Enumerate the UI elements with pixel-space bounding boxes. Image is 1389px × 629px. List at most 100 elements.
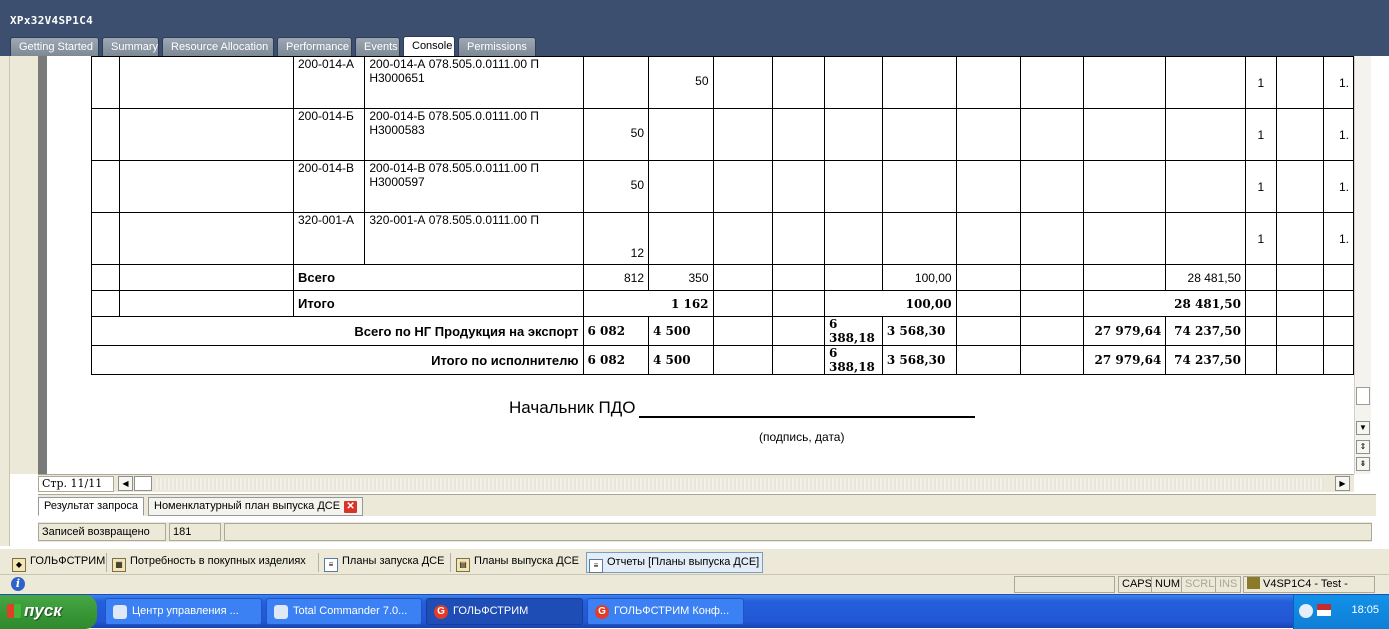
table-cell: 200-014-Б 078.505.0.0111.00 П Н3000583 [364,108,584,161]
language-flag-icon[interactable] [1317,604,1331,616]
table-cell [712,290,773,317]
scrl-indicator: SCRL [1181,576,1219,593]
document-icon: ≡ [324,558,338,572]
table-cell [1275,264,1325,291]
table-cell [712,212,773,265]
table-cell [823,212,883,265]
module-output-plans[interactable]: ▤ Планы выпуска ДСЕ [454,552,582,573]
table-cell [648,160,714,213]
tab-summary[interactable]: Summary [102,37,159,56]
table-cell [1165,212,1246,265]
table-cell [1244,316,1277,346]
signature-hint: (подпись, дата) [759,430,845,444]
table-cell: 320-001-А [292,212,366,265]
records-bar: Записей возвращено 181 [38,522,1372,542]
report-margin [38,56,47,474]
table-cell: 200-014-В 078.505.0.0111.00 П Н3000597 [364,160,584,213]
table-cell [1082,264,1167,291]
row-desc-2: Н3000583 [369,123,425,137]
table-cell [881,56,957,109]
table-cell [1165,160,1246,213]
table-cell [955,264,1021,291]
table-row: 200-014-А 200-014-А 078.505.0.0111.00 ПН… [91,56,1354,109]
export-total-label: Всего по НГ Продукция на экспорт [91,316,584,346]
table-cell: 4 500 [648,345,714,375]
table-cell: 1 [1244,212,1277,265]
scroll-right-icon[interactable]: ▶ [1335,476,1350,491]
table-cell [91,212,120,265]
executor-total-label: Итого по исполнителю [91,345,584,375]
h-scroll-track[interactable] [154,478,1324,490]
table-cell [955,108,1021,161]
tab-nomenclature-label: Номенклатурный план выпуска ДСЕ [154,500,341,512]
tab-resource-allocation[interactable]: Resource Allocation [162,37,274,56]
window-titlebar: XPx32V4SP1C4 [0,0,1389,35]
tab-permissions[interactable]: Permissions [458,37,536,56]
module-golfstream[interactable]: ◆ ГОЛЬФСТРИМ [10,552,108,573]
table-cell [1323,316,1354,346]
tray-app-icon[interactable] [1299,604,1313,618]
app-icon: ◆ [12,558,26,572]
page-jump-icon[interactable]: ⇟ [1356,457,1370,471]
vertical-scrollbar[interactable]: ▼ ⇕ ⇟ [1354,56,1371,474]
module-purchased-needs[interactable]: ▦ Потребность в покупных изделиях [110,552,309,573]
windows-logo-icon [7,604,21,618]
table-cell: 1. [1323,160,1354,213]
task-label: Центр управления ... [132,605,239,617]
h-scroll-thumb[interactable] [134,476,152,491]
table-cell [712,160,773,213]
table-cell [881,108,957,161]
start-button[interactable]: пуск [0,595,97,629]
scroll-thumb[interactable] [1356,387,1370,405]
module-launch-plans[interactable]: ≡ Планы запуска ДСЕ [322,552,447,573]
tab-getting-started[interactable]: Getting Started [10,37,99,56]
table-cell [955,160,1021,213]
tab-nomenclature-plan[interactable]: Номенклатурный план выпуска ДСЕ ✕ [148,497,364,516]
table-cell [771,345,825,375]
golfstream-icon: G [434,605,448,619]
module-label: ГОЛЬФСТРИМ [30,555,106,567]
tab-performance[interactable]: Performance [277,37,352,56]
page-bar: Стр. 11/11 ◀ ▶ [38,474,1354,492]
task-golfstream-config[interactable]: G ГОЛЬФСТРИМ Конф... [587,598,744,625]
table-cell: 200-014-В [292,160,366,213]
table-cell [712,345,773,375]
signature-underline [639,404,976,418]
table-cell [955,56,1021,109]
table-cell [118,290,294,317]
tab-events[interactable]: Events [355,37,400,56]
page-up-down-icon[interactable]: ⇕ [1356,440,1370,454]
table-cell [823,108,883,161]
table-cell [1275,108,1325,161]
tab-console[interactable]: Console [403,36,455,56]
row-desc: 320-001-А 078.505.0.0111.00 П [369,213,539,227]
result-tabs: Результат запроса Номенклатурный план вы… [38,494,1376,516]
table-cell [823,160,883,213]
start-label: пуск [24,601,62,620]
task-total-commander[interactable]: Total Commander 7.0... [266,598,422,625]
table-cell [881,212,957,265]
table-cell [91,108,120,161]
status-field [1014,576,1115,593]
table-cell [771,290,825,317]
tab-strip: Getting Started Summary Resource Allocat… [0,35,1389,56]
table-cell: 74 237,50 [1165,316,1246,346]
table-cell [1165,108,1246,161]
report-page: 200-014-А 200-014-А 078.505.0.0111.00 ПН… [47,56,1354,474]
scroll-down-icon[interactable]: ▼ [1356,421,1370,435]
task-control-center[interactable]: Центр управления ... [105,598,262,625]
task-golfstream[interactable]: G ГОЛЬФСТРИМ [426,598,583,625]
clock: 18:05 [1351,604,1379,616]
table-cell: 6 082 [582,316,650,346]
module-reports[interactable]: ≡ Отчеты [Планы выпуска ДСЕ] [586,552,764,573]
table-cell [1323,290,1354,317]
scroll-left-icon[interactable]: ◀ [118,476,133,491]
table-cell [1019,345,1084,375]
table-cell [1019,56,1084,109]
total-commander-icon [274,605,288,619]
table-cell [771,56,825,109]
table-cell [118,108,294,161]
close-icon[interactable]: ✕ [344,501,358,513]
tab-query-result[interactable]: Результат запроса [38,497,145,516]
table-cell: 27 979,64 [1082,316,1167,346]
